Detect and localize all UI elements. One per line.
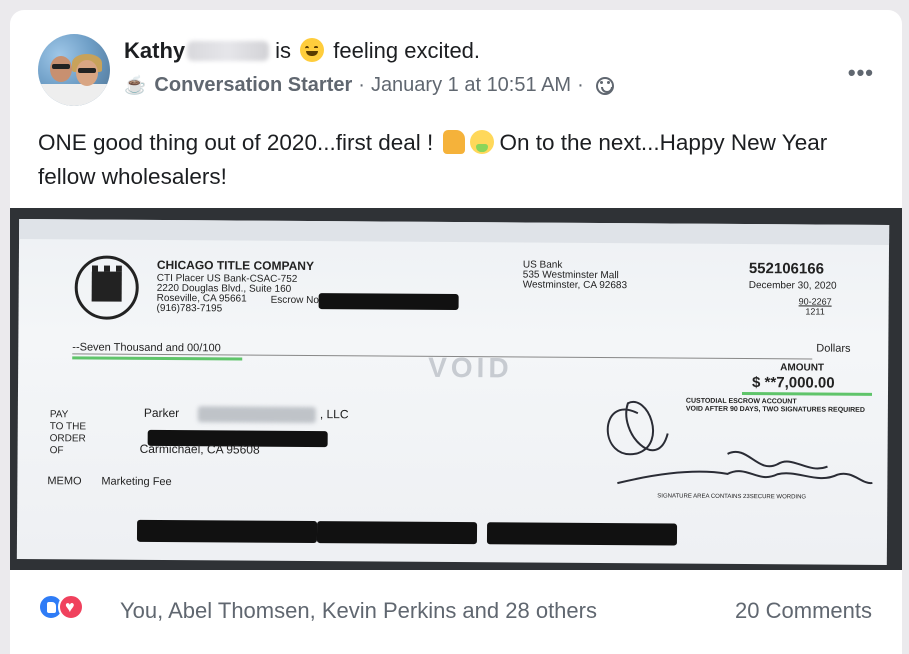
signature-icon <box>606 400 873 485</box>
feeling-text: feeling excited. <box>333 38 481 63</box>
comments-count[interactable]: 20 Comments <box>735 598 872 624</box>
check-memo-label: MEMO <box>47 475 82 488</box>
check-photo[interactable]: CHICAGO TITLE COMPANY CTI Placer US Bank… <box>10 208 902 570</box>
status-is-text: is <box>275 38 292 63</box>
coffee-cup-icon: ☕ <box>124 75 147 95</box>
reactions-bar: You, Abel Thomsen, Kevin Perkins and 28 … <box>10 586 902 636</box>
check-escrow-label: Escrow No <box>270 294 320 307</box>
reaction-names[interactable]: You, Abel Thomsen, Kevin Perkins and 28 … <box>120 598 597 624</box>
nauseated-face-emoji-icon <box>469 130 494 154</box>
post-meta-line: ☕ Conversation Starter · January 1 at 10… <box>124 74 614 97</box>
more-options-icon[interactable]: ••• <box>848 60 874 86</box>
check-memo: Marketing Fee <box>101 475 172 489</box>
check-routing: 90-2267 1211 <box>798 296 832 317</box>
post-timestamp[interactable]: January 1 at 10:51 AM <box>371 74 571 97</box>
check-company: CHICAGO TITLE COMPANY <box>156 257 315 274</box>
meta-separator: · <box>358 74 365 96</box>
thumbs-up-emoji-icon <box>442 130 465 154</box>
check-amount-words: --Seven Thousand and 00/100 <box>72 341 221 355</box>
redaction-bar-micr3 <box>486 522 678 546</box>
check-payee-suffix: , LLC <box>319 407 349 422</box>
group-privacy-icon <box>595 76 614 95</box>
check-payee-city: Carmichael, CA 95608 <box>139 441 260 457</box>
check-dollars-label: Dollars <box>816 342 851 355</box>
check-amount-label: AMOUNT <box>780 362 825 374</box>
check-payee: Parker <box>143 405 180 421</box>
redaction-bar-micr2 <box>316 521 478 545</box>
group-name[interactable]: Conversation Starter <box>154 74 352 97</box>
check-document: CHICAGO TITLE COMPANY CTI Placer US Bank… <box>16 218 890 566</box>
meta-separator-2: · <box>577 74 584 96</box>
author-name[interactable]: Kathy <box>124 38 185 63</box>
redacted-surname <box>187 41 270 61</box>
excited-emoji-icon <box>300 38 325 62</box>
post-header-line: Kathy is feeling excited. <box>124 38 480 64</box>
check-date: December 30, 2020 <box>748 280 837 292</box>
post-body: ONE good thing out of 2020...first deal … <box>38 126 858 194</box>
love-reaction-icon[interactable] <box>58 594 84 620</box>
redaction-bar-micr1 <box>136 519 318 544</box>
redaction-blur <box>197 406 316 424</box>
check-pay-label: PAY TO THE ORDER OF <box>49 409 87 457</box>
post-text-part1: ONE good thing out of 2020...first deal … <box>38 130 434 155</box>
check-bank: US Bank 535 Westminster Mall Westminster… <box>522 259 628 292</box>
author-avatar[interactable] <box>38 34 110 106</box>
redaction-bar <box>318 293 459 311</box>
highlight-underline <box>72 356 243 361</box>
check-number: 552106166 <box>748 260 825 278</box>
post-card: Kathy is feeling excited. ☕ Conversation … <box>10 10 902 654</box>
